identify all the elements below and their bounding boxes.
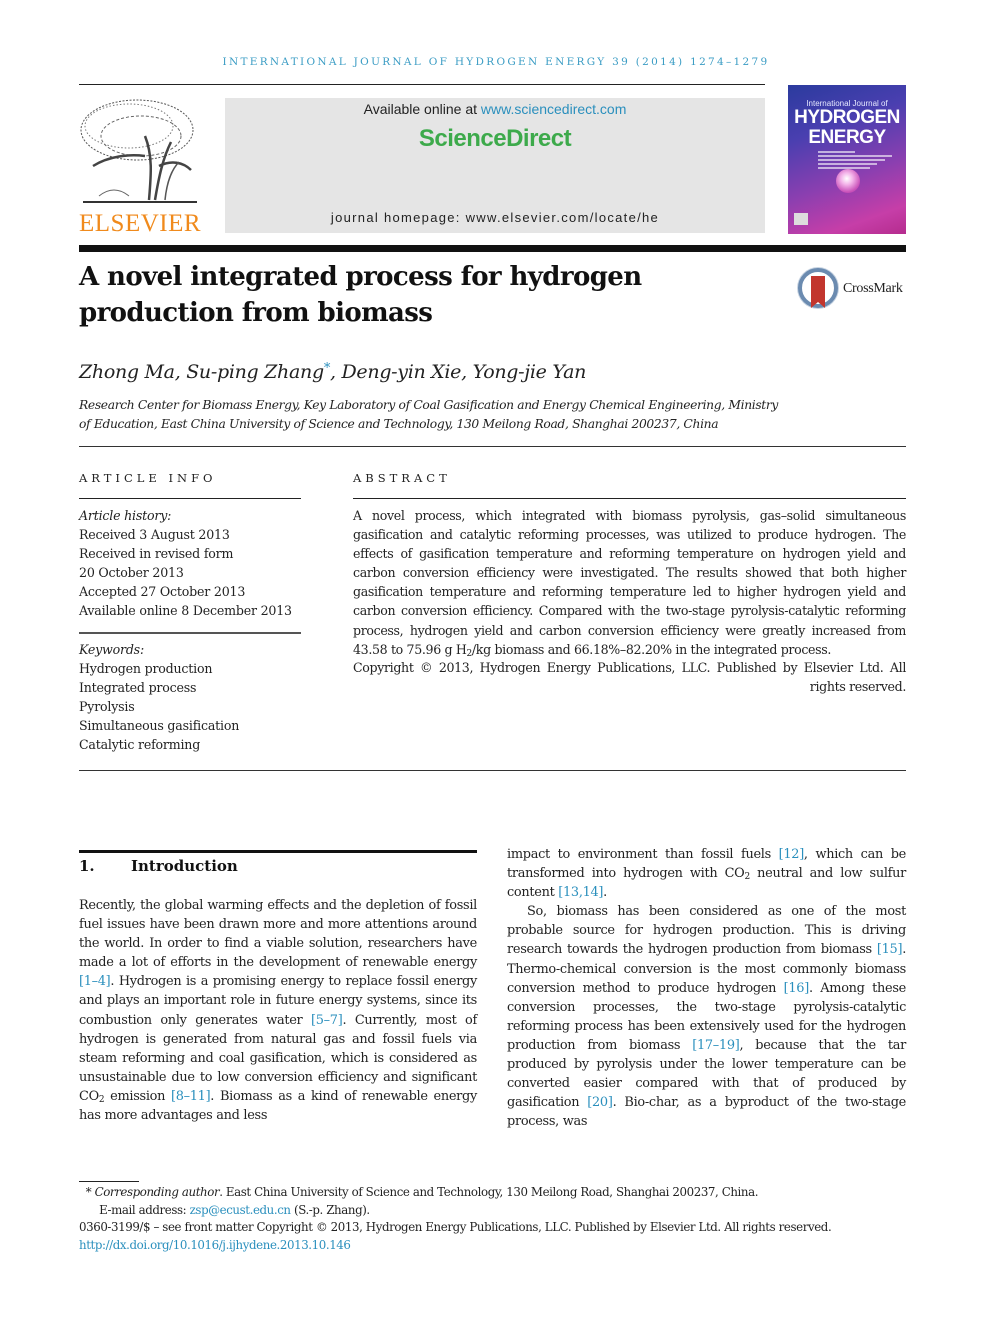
citation-link[interactable]: [8–11] xyxy=(171,1089,211,1104)
author-list: Zhong Ma, Su-ping Zhang*, Deng-yin Xie, … xyxy=(79,361,587,383)
section-rule xyxy=(79,850,477,853)
history-item: 20 October 2013 xyxy=(79,565,184,580)
author-name: Yong-jie Yan xyxy=(472,361,587,383)
citation-link[interactable]: [16] xyxy=(784,981,810,996)
front-matter-note: 0360-3199/$ – see front matter Copyright… xyxy=(79,1220,832,1234)
cover-editor-lines xyxy=(818,151,892,171)
keyword-item: Integrated process xyxy=(79,680,197,695)
cover-publisher-icon xyxy=(794,213,808,225)
sciencedirect-banner: Available online at www.sciencedirect.co… xyxy=(225,98,765,233)
author-name: Deng-yin Xie xyxy=(341,361,462,383)
section-title: Introduction xyxy=(131,857,238,875)
doi-link[interactable]: http://dx.doi.org/10.1016/j.ijhydene.201… xyxy=(79,1238,351,1252)
body-column-right: impact to environment than fossil fuels … xyxy=(507,845,906,1131)
corresponding-author-marker[interactable]: * xyxy=(324,361,331,376)
tree-icon xyxy=(80,99,197,203)
crossmark-button[interactable]: CrossMark xyxy=(798,268,908,310)
divider xyxy=(79,446,906,447)
subscript: 2 xyxy=(744,872,750,883)
corresponding-text: . East China University of Science and T… xyxy=(219,1185,759,1199)
article-history-label: Article history: xyxy=(79,508,172,523)
citation-link[interactable]: [1–4] xyxy=(79,974,111,989)
citation-link[interactable]: [12] xyxy=(779,847,805,862)
citation-link[interactable]: [13,14] xyxy=(558,885,603,900)
footnote-star: * xyxy=(85,1185,92,1199)
divider xyxy=(79,632,301,634)
section-heading-introduction: 1. Introduction xyxy=(79,857,238,875)
email-link[interactable]: zsp@ecust.edu.cn xyxy=(190,1203,291,1217)
sciencedirect-brand: ScienceDirect xyxy=(418,125,572,152)
affiliation: Research Center for Biomass Energy, Key … xyxy=(79,398,779,431)
paragraph: impact to environment than fossil fuels … xyxy=(507,847,906,901)
history-item: Available online 8 December 2013 xyxy=(79,603,292,618)
email-label: E-mail address: xyxy=(99,1202,190,1217)
elsevier-wordmark: ELSEVIER xyxy=(79,210,202,237)
keyword-item: Hydrogen production xyxy=(79,661,213,676)
journal-homepage: journal homepage: www.elsevier.com/locat… xyxy=(330,210,660,225)
abstract-text: /kg biomass and 66.18%–82.20% in the int… xyxy=(471,641,832,657)
divider xyxy=(79,770,906,771)
abstract-copyright: Copyright © 2013, Hydrogen Energy Public… xyxy=(353,660,906,695)
crossmark-ribbon-icon xyxy=(811,276,825,308)
sciencedirect-link[interactable]: www.sciencedirect.com xyxy=(481,101,627,117)
section-number: 1. xyxy=(79,857,95,875)
author-name: Su-ping Zhang xyxy=(186,361,324,383)
citation-link[interactable]: [5–7] xyxy=(311,1013,343,1028)
abstract-body: A novel process, which integrated with b… xyxy=(353,506,906,659)
keyword-item: Pyrolysis xyxy=(79,699,135,714)
footnote-rule xyxy=(79,1181,139,1182)
corresponding-author-note: * Corresponding author. East China Unive… xyxy=(79,1184,909,1202)
crossmark-label: CrossMark xyxy=(843,281,903,296)
corresponding-label: Corresponding author xyxy=(94,1185,220,1199)
divider xyxy=(79,498,301,499)
article-info-heading: ARTICLE INFO xyxy=(79,471,217,485)
article-history: Article history: Received 3 August 2013 … xyxy=(79,506,292,620)
running-head: INTERNATIONAL JOURNAL OF HYDROGEN ENERGY… xyxy=(222,56,770,68)
keyword-item: Catalytic reforming xyxy=(79,737,201,752)
divider xyxy=(353,498,906,499)
abstract-text: A novel process, which integrated with b… xyxy=(353,508,906,657)
crossmark-icon xyxy=(798,268,838,308)
available-online-text: Available online at www.sciencedirect.co… xyxy=(225,101,765,117)
subscript: 2 xyxy=(98,1094,105,1105)
body-column-left: Recently, the global warming effects and… xyxy=(79,898,477,1124)
journal-cover: International Journal of HYDROGEN ENERGY xyxy=(788,85,906,234)
history-item: Accepted 27 October 2013 xyxy=(79,584,246,599)
keywords: Keywords: Hydrogen production Integrated… xyxy=(79,640,239,754)
citation-link[interactable]: [20] xyxy=(587,1095,613,1110)
citation-link[interactable]: [17–19] xyxy=(692,1038,740,1053)
header-thick-rule xyxy=(79,245,906,252)
keyword-item: Simultaneous gasification xyxy=(79,718,240,733)
abstract-heading: ABSTRACT xyxy=(353,471,451,485)
top-rule xyxy=(79,84,765,85)
author-name: Zhong Ma xyxy=(79,361,175,383)
available-online-prefix: Available online at xyxy=(363,101,481,117)
footnotes: * Corresponding author. East China Unive… xyxy=(79,1184,909,1254)
cover-title-hydrogen: HYDROGEN xyxy=(794,107,900,128)
article-title: A novel integrated process for hydrogen … xyxy=(79,262,642,328)
paragraph: So, biomass has been considered as one o… xyxy=(507,904,906,1130)
history-item: Received 3 August 2013 xyxy=(79,527,230,542)
cover-orb-graphic xyxy=(836,169,860,193)
keywords-label: Keywords: xyxy=(79,642,144,657)
citation-link[interactable]: [15] xyxy=(877,942,903,957)
email-suffix: (S.-p. Zhang). xyxy=(290,1202,370,1217)
history-item: Received in revised form xyxy=(79,546,234,561)
email-note: E-mail address: zsp@ecust.edu.cn (S.-p. … xyxy=(79,1202,909,1220)
cover-title-energy: ENERGY xyxy=(808,127,886,148)
